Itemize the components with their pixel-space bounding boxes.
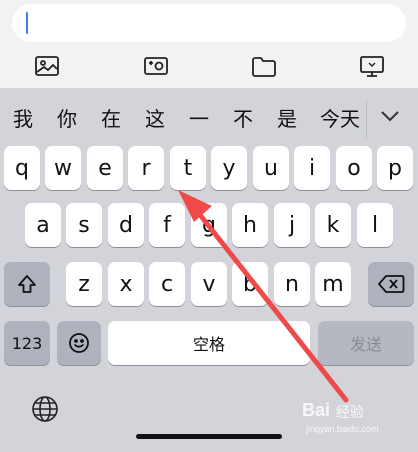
key-d[interactable]: d <box>108 203 144 247</box>
backspace-icon[interactable] <box>368 262 414 306</box>
key-i[interactable]: i <box>294 146 330 190</box>
candidate-0[interactable]: 我 <box>8 96 38 142</box>
candidate-bar: 我 你 在 这 一 不 是 今天 <box>0 96 418 142</box>
key-k[interactable]: k <box>315 203 351 247</box>
watermark-sub: 经验 <box>336 405 364 421</box>
key-u[interactable]: u <box>253 146 289 190</box>
key-b[interactable]: b <box>232 262 268 306</box>
candidate-3[interactable]: 这 <box>140 96 170 142</box>
candidate-1[interactable]: 你 <box>52 96 82 142</box>
key-f[interactable]: f <box>149 203 185 247</box>
key-m[interactable]: m <box>315 262 351 306</box>
key-h[interactable]: h <box>232 203 268 247</box>
key-t[interactable]: t <box>170 146 206 190</box>
key-s[interactable]: s <box>66 203 102 247</box>
photo-icon[interactable] <box>140 50 172 82</box>
candidate-4[interactable]: 一 <box>184 96 214 142</box>
folder-icon[interactable] <box>248 50 280 82</box>
chevron-down-icon[interactable] <box>376 102 404 130</box>
key-r[interactable]: r <box>128 146 164 190</box>
key-a[interactable]: a <box>25 203 61 247</box>
text-cursor <box>26 12 28 34</box>
candidate-divider <box>366 100 367 138</box>
send-button[interactable]: 发送 <box>318 321 414 365</box>
key-q[interactable]: q <box>4 146 40 190</box>
key-n[interactable]: n <box>274 262 310 306</box>
key-e[interactable]: e <box>87 146 123 190</box>
candidate-6[interactable]: 是 <box>272 96 302 142</box>
key-z[interactable]: z <box>66 262 102 306</box>
candidate-2[interactable]: 在 <box>96 96 126 142</box>
watermark-url: jingyan.baidu.com <box>306 424 379 434</box>
key-j[interactable]: j <box>274 203 310 247</box>
shift-icon[interactable] <box>4 262 50 306</box>
globe-icon[interactable] <box>28 392 62 426</box>
key-g[interactable]: g <box>191 203 227 247</box>
key-y[interactable]: y <box>211 146 247 190</box>
space-key[interactable]: 空格 <box>108 321 310 365</box>
key-x[interactable]: x <box>108 262 144 306</box>
key-c[interactable]: c <box>149 262 185 306</box>
desktop-icon[interactable] <box>356 50 388 82</box>
key-l[interactable]: l <box>357 203 393 247</box>
input-area <box>0 0 418 88</box>
key-v[interactable]: v <box>191 262 227 306</box>
numbers-key[interactable]: 123 <box>4 321 50 365</box>
candidate-5[interactable]: 不 <box>228 96 258 142</box>
key-p[interactable]: p <box>377 146 413 190</box>
text-input[interactable] <box>12 4 406 42</box>
key-w[interactable]: w <box>45 146 81 190</box>
candidate-7[interactable]: 今天 <box>316 96 364 142</box>
key-o[interactable]: o <box>336 146 372 190</box>
watermark-brand: Bai <box>302 400 331 420</box>
emoji-icon[interactable] <box>57 321 101 365</box>
watermark: Bai 经验 jingyan.baidu.com <box>302 400 414 438</box>
home-indicator <box>136 434 282 439</box>
image-icon[interactable] <box>31 50 63 82</box>
